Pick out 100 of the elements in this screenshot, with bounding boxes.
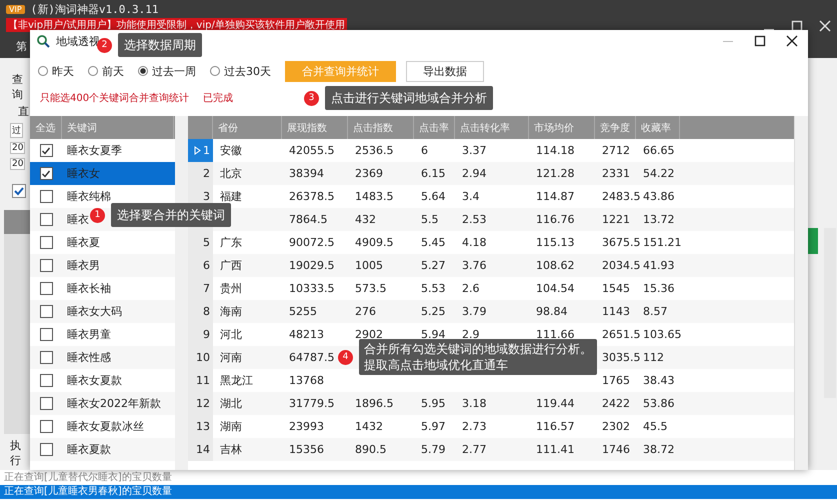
table-cell: 64787.5 (289, 351, 334, 364)
row-header[interactable]: 10 (188, 346, 213, 369)
table-cell: 5.94 (421, 328, 446, 341)
keyword-row[interactable]: 睡衣女2022年新款 (30, 392, 175, 415)
row-header[interactable]: 12 (188, 392, 213, 415)
checkbox[interactable] (40, 282, 52, 295)
checkbox[interactable] (40, 259, 52, 272)
checkbox[interactable] (40, 144, 52, 157)
checkbox[interactable] (40, 213, 52, 226)
table-cell: 4909.5 (355, 236, 394, 249)
export-button[interactable]: 导出数据 (406, 60, 484, 82)
period-radio[interactable]: 过去30天 (210, 64, 271, 78)
table-cell: 13768 (289, 374, 324, 387)
table-cell: 5.64 (421, 190, 446, 203)
keyword-text: 睡衣女2022年新款 (67, 396, 161, 411)
keyword-row[interactable]: 睡衣男 (30, 254, 175, 277)
row-header[interactable]: 6 (188, 254, 213, 277)
table-cell: 111.41 (536, 443, 574, 456)
checkbox[interactable] (40, 236, 52, 249)
table-cell: 48213 (289, 328, 324, 341)
checkbox[interactable] (40, 420, 52, 433)
table-cell: 1483.5 (355, 190, 394, 203)
checkbox[interactable] (40, 351, 52, 364)
table-cell: 河北 (220, 327, 242, 342)
period-radio[interactable]: 过去一周 (138, 64, 196, 78)
table-cell: 5.79 (421, 443, 446, 456)
table-cell: 276 (355, 305, 376, 318)
menu-tab[interactable]: 第 (16, 39, 27, 54)
keyword-text: 睡衣男童 (67, 327, 111, 342)
table-cell: 151.21 (643, 236, 682, 249)
table-cell: 38.72 (643, 443, 674, 456)
table-cell: 13.72 (643, 213, 674, 226)
table-cell: 54.22 (643, 167, 674, 180)
keyword-row[interactable]: 睡衣夏款 (30, 438, 175, 461)
table-cell: 吉林 (220, 442, 242, 457)
table-cell: 2034.5 (602, 259, 640, 272)
checkbox[interactable] (40, 328, 52, 341)
table-cell: 112 (643, 351, 664, 364)
checkbox[interactable] (12, 184, 26, 198)
row-header[interactable]: 8 (188, 300, 213, 323)
query-label: 查询 (12, 72, 24, 102)
table-cell: 66.65 (643, 144, 674, 157)
scrollbar[interactable] (175, 116, 188, 470)
table-cell: 1545 (602, 282, 630, 295)
period-field[interactable]: 过 (10, 123, 23, 138)
table-cell: 3.37 (462, 144, 486, 157)
keyword-text: 睡衣女夏款冰丝 (67, 419, 144, 434)
table-cell: 23993 (289, 420, 324, 433)
table-cell: 116.76 (536, 213, 574, 226)
table-cell: 5.45 (421, 236, 446, 249)
row-header[interactable]: 5 (188, 231, 213, 254)
period-radio[interactable]: 昨天 (38, 64, 74, 78)
table-cell: 19029.5 (289, 259, 334, 272)
table-cell: 890.5 (355, 443, 386, 456)
table-cell: 108.62 (536, 259, 574, 272)
keyword-text: 睡衣女夏款 (67, 373, 122, 388)
row-header[interactable]: 1 (188, 139, 213, 162)
scrollbar[interactable] (794, 116, 808, 470)
table-cell: 5.97 (421, 420, 446, 433)
table-cell: 2331 (602, 167, 630, 180)
table-cell: 5.25 (421, 305, 446, 318)
checkbox[interactable] (40, 167, 52, 180)
table-cell: 2.77 (462, 443, 486, 456)
table-cell: 2.94 (462, 167, 486, 180)
row-header[interactable]: 9 (188, 323, 213, 346)
maximize-icon[interactable] (754, 35, 766, 47)
checkbox[interactable] (40, 374, 52, 387)
row-header[interactable]: 14 (188, 438, 213, 461)
row-header[interactable]: 7 (188, 277, 213, 300)
table-cell: 河南 (220, 350, 242, 365)
keyword-row[interactable]: 睡衣性感 (30, 346, 175, 369)
date-field[interactable]: 20 (10, 142, 26, 154)
table-cell: 3.4 (462, 190, 480, 203)
row-header[interactable]: 11 (188, 369, 213, 392)
row-header[interactable]: 2 (188, 162, 213, 185)
table-cell: 103.65 (643, 328, 682, 341)
checkbox[interactable] (40, 190, 52, 203)
table-cell: 2651.5 (602, 328, 640, 341)
table-cell: 1746 (602, 443, 630, 456)
table-cell: 15.36 (643, 282, 674, 295)
table-cell: 5.53 (421, 282, 446, 295)
table-cell: 116.57 (536, 420, 574, 433)
table-cell: 41.93 (643, 259, 674, 272)
date-field[interactable]: 20 (10, 158, 26, 170)
table-cell: 26378.5 (289, 190, 334, 203)
checkbox[interactable] (40, 443, 52, 456)
table-cell: 115.13 (536, 236, 574, 249)
table-cell: 贵州 (220, 281, 242, 296)
period-radio[interactable]: 前天 (88, 64, 124, 78)
keyword-text: 睡衣 (67, 212, 89, 227)
table-cell: 38394 (289, 167, 324, 180)
table-cell: 北京 (220, 166, 242, 181)
close-icon[interactable] (786, 35, 798, 47)
row-header[interactable]: 13 (188, 415, 213, 438)
table-cell: 2902 (355, 328, 383, 341)
checkbox[interactable] (40, 397, 52, 410)
keyword-row[interactable]: 睡衣女大码 (30, 300, 175, 323)
keyword-text: 睡衣男 (67, 258, 100, 273)
checkbox[interactable] (40, 305, 52, 318)
table-cell: 573.5 (355, 282, 386, 295)
